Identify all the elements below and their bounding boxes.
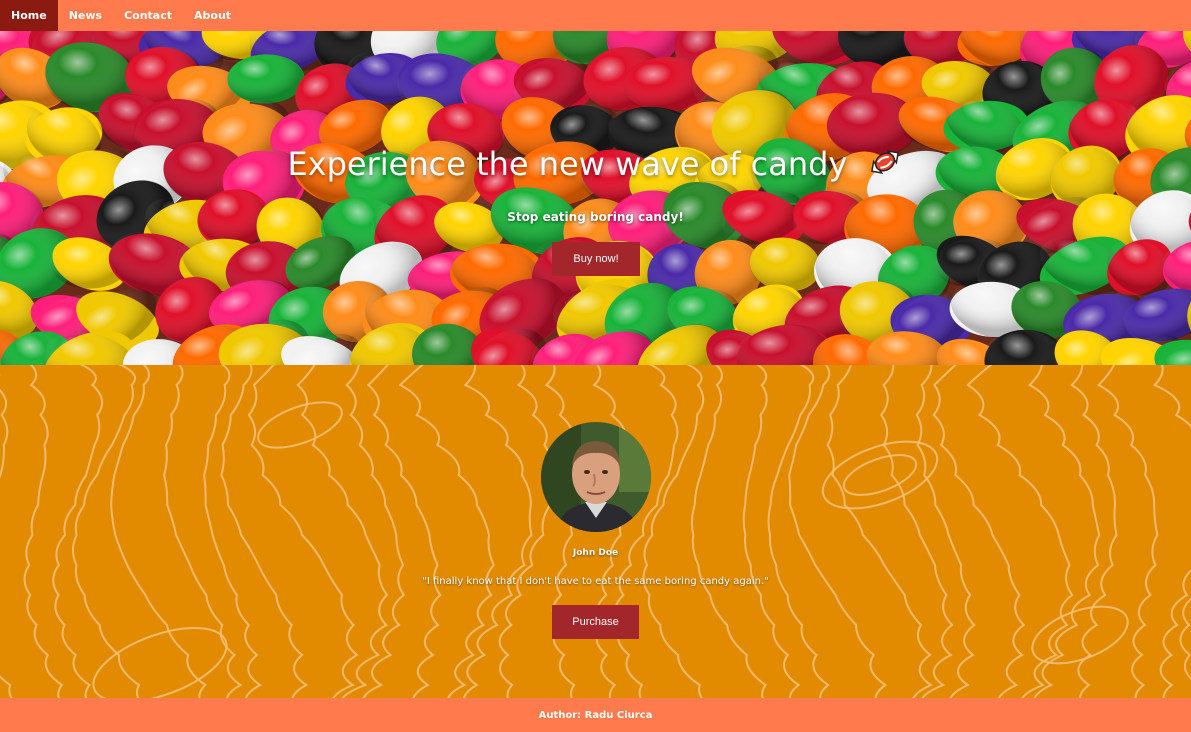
nav-home[interactable]: Home: [0, 0, 58, 31]
hero-title: Experience the new wave of candy: [0, 144, 1191, 188]
hero-section: Experience the new wave of candy Stop ea…: [0, 31, 1191, 365]
candy-icon: [866, 144, 904, 188]
nav-about[interactable]: About: [183, 0, 242, 31]
nav-contact[interactable]: Contact: [113, 0, 183, 31]
contour-line: [826, 365, 933, 698]
jelly-bean-background: [0, 31, 1191, 365]
contour-line: [544, 365, 578, 698]
hero-title-text: Experience the new wave of candy: [287, 145, 848, 183]
purchase-button[interactable]: Purchase: [552, 605, 639, 639]
contour-line: [498, 365, 553, 698]
contour-line: [366, 365, 442, 698]
contour-line: [0, 373, 13, 698]
testimonial-quote: "I finally know that I don't have to eat…: [422, 576, 769, 587]
contour-line: [767, 365, 830, 698]
testimonial-section: John Doe "I finally know that I don't ha…: [0, 365, 1191, 698]
contour-line: [1027, 365, 1101, 698]
contour-loop: [257, 401, 343, 449]
contour-loop: [842, 454, 918, 496]
footer-author: Author: Radu Ciurca: [538, 709, 653, 721]
contour-line: [52, 365, 104, 698]
contour-line: [614, 365, 679, 698]
contour-line: [690, 365, 768, 698]
contour-line: [163, 365, 243, 698]
contour-line: [23, 365, 64, 698]
contour-line: [742, 365, 801, 698]
buy-now-button[interactable]: Buy now!: [552, 242, 640, 276]
contour-line: [788, 365, 888, 698]
contour-line: [203, 365, 262, 698]
contour-line: [398, 365, 495, 698]
nav-news[interactable]: News: [58, 0, 113, 31]
avatar: [541, 422, 651, 532]
contour-line: [463, 365, 533, 698]
top-navbar: Home News Contact About: [0, 0, 1191, 31]
contour-loop: [821, 440, 939, 510]
contour-loop: [92, 627, 228, 698]
hero-subtitle: Stop eating boring candy!: [507, 210, 684, 224]
contour-line: [1179, 597, 1191, 680]
contour-line: [1152, 365, 1191, 698]
contour-line: [1070, 365, 1118, 698]
contour-line: [642, 365, 705, 698]
contour-line: [220, 365, 309, 698]
footer: Author: Radu Ciurca: [0, 698, 1191, 732]
testimonial-name: John Doe: [572, 548, 619, 558]
